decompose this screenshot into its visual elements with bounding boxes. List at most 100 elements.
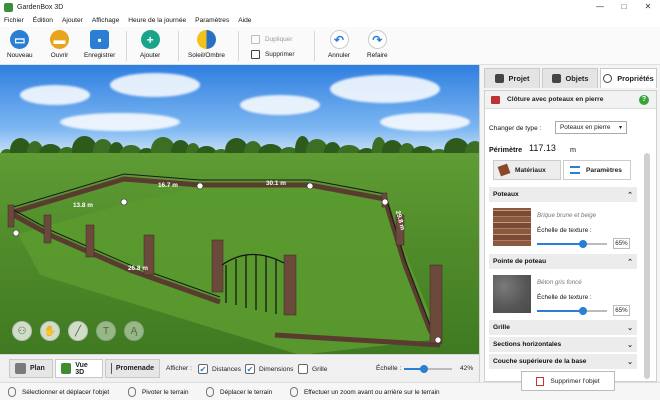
help-icon[interactable]: ? [639, 95, 649, 105]
sun-shadow-button[interactable]: Soleil/Ombre [188, 30, 225, 59]
pan-tool[interactable]: ✋ [40, 321, 60, 341]
chevron-down-icon: ⌄ [627, 358, 633, 366]
text-style-tool[interactable]: Ą [124, 321, 144, 341]
menu-view[interactable]: Affichage [92, 17, 119, 24]
checkbox-checked-icon: ✔ [245, 364, 255, 374]
3d-viewport[interactable]: 13.8 m 16.7 m 30.1 m 29.8 m 26.8 m ⚇ ✋ ╱… [0, 65, 479, 354]
type-dropdown[interactable]: Poteaux en pierre ▾ [555, 121, 627, 134]
distances-checkbox[interactable]: ✔ Distances [198, 364, 241, 374]
sun-shadow-icon [196, 30, 216, 49]
open-label: Ouvrir [50, 52, 69, 59]
delete-object-button[interactable]: Supprimer l'objet [521, 371, 615, 391]
mouse-middle-icon [128, 387, 136, 397]
save-button[interactable]: ▪ Enregistrer [84, 30, 115, 59]
chevron-down-icon: ⌄ [627, 324, 633, 332]
undo-button[interactable]: ↶ Annuler [328, 30, 350, 59]
tab-plan[interactable]: Plan [9, 359, 53, 378]
tab-project[interactable]: Projet [484, 68, 540, 88]
sliders-icon [570, 166, 580, 174]
scale-slider-knob[interactable] [420, 365, 429, 373]
minimize-button[interactable]: — [588, 0, 612, 14]
menu-edit[interactable]: Édition [33, 17, 53, 24]
scale-label: Échelle : [376, 365, 402, 372]
concrete-texture-swatch[interactable] [493, 275, 531, 313]
section-posts-label: Poteaux [493, 191, 519, 198]
dimension-label: 30.1 m [266, 180, 286, 187]
delete-button[interactable]: Supprimer [251, 50, 294, 59]
close-button[interactable]: ✕ [636, 0, 660, 14]
checkbox-checked-icon: ✔ [198, 364, 208, 374]
status-zoom-text: Effectuer un zoom avant ou arrière sur l… [304, 388, 440, 396]
tree-icon [61, 363, 72, 374]
measure-tool[interactable]: ╱ [68, 321, 88, 341]
open-button[interactable]: ▬ Ouvrir [50, 30, 69, 59]
text-style-icon: Ą [130, 325, 138, 337]
delete-object-label: Supprimer l'objet [550, 377, 600, 385]
folder-icon: ▬ [50, 30, 69, 49]
tab-walk-label: Promenade [115, 365, 154, 372]
post-top-scale-knob[interactable] [578, 307, 587, 315]
parameters-tab[interactable]: Paramètres [563, 160, 631, 180]
select-objects-tool[interactable]: ⚇ [12, 321, 32, 341]
tab-walk[interactable]: Promenade [105, 359, 160, 378]
section-horizontal-label: Sections horizontales [493, 341, 562, 348]
posts-scale-value[interactable]: 65% [613, 238, 630, 249]
distances-label: Distances [212, 365, 241, 373]
menu-file[interactable]: Fichier [4, 17, 24, 24]
section-post-top[interactable]: Pointe de poteau ⌃ [489, 254, 637, 269]
duplicate-icon [251, 35, 260, 44]
grid-label: Grille [312, 365, 328, 373]
redo-button[interactable]: ↷ Refaire [367, 30, 388, 59]
post-top-scale-value[interactable]: 65% [613, 305, 630, 316]
dimension-label: 26.8 m [128, 265, 148, 272]
tab-3d-label: Vue 3D [75, 361, 88, 376]
posts-scale-fill [537, 243, 583, 245]
sun-shadow-label: Soleil/Ombre [188, 52, 225, 59]
duplicate-button[interactable]: Dupliquer [251, 35, 292, 44]
section-post-top-label: Pointe de poteau [493, 258, 547, 265]
section-grid[interactable]: Grille ⌄ [489, 320, 637, 335]
shapes-icon: ⚇ [17, 325, 27, 337]
menu-time-of-day[interactable]: Heure de la journée [128, 17, 186, 24]
chevron-down-icon: ⌄ [627, 341, 633, 349]
plus-icon: + [140, 30, 160, 49]
menu-add[interactable]: Ajouter [62, 17, 83, 24]
menu-settings[interactable]: Paramètres [195, 17, 229, 24]
chevron-up-icon: ⌃ [627, 191, 633, 199]
chevron-down-icon: ▾ [618, 125, 622, 131]
plan-icon [15, 363, 26, 374]
tab-properties[interactable]: Propriétés [600, 68, 657, 88]
dimensions-checkbox[interactable]: ✔ Dimensions [245, 364, 293, 374]
new-button[interactable]: ▭ Nouveau [7, 30, 33, 59]
tab-3d-view[interactable]: Vue 3D [55, 359, 103, 378]
materials-tab[interactable]: Matériaux [493, 160, 561, 180]
status-rotate-text: Pivoter le terrain [142, 388, 189, 396]
maximize-button[interactable]: □ [612, 0, 636, 14]
mouse-wheel-icon [290, 387, 298, 397]
add-button[interactable]: + Ajouter [140, 30, 160, 59]
title-bar: GardenBox 3D — □ ✕ [0, 0, 660, 14]
tab-objects[interactable]: Objets [542, 68, 598, 88]
section-top-layer[interactable]: Couche supérieure de la base ⌄ [489, 354, 637, 369]
posts-texture-scale-label: Échelle de texture : [537, 227, 592, 234]
menu-help[interactable]: Aide [238, 17, 251, 24]
section-posts[interactable]: Poteaux ⌃ [489, 187, 637, 202]
materials-icon [497, 163, 511, 177]
chevron-up-icon: ⌃ [627, 258, 633, 266]
object-header: Clôture avec poteaux en pierre ? [485, 91, 656, 109]
brick-texture-swatch[interactable] [493, 208, 531, 246]
section-horizontal[interactable]: Sections horizontales ⌄ [489, 337, 637, 352]
fence-object-icon [491, 96, 500, 104]
text-tool[interactable]: T [96, 321, 116, 341]
panel-scrollbar[interactable] [644, 153, 650, 379]
toolbar-separator [314, 31, 315, 61]
posts-scale-knob[interactable] [578, 240, 587, 248]
trash-icon [536, 376, 545, 386]
add-label: Ajouter [140, 52, 161, 59]
grid-checkbox[interactable]: Grille [298, 364, 327, 374]
change-type-label: Changer de type : [489, 125, 542, 132]
cube-icon [551, 74, 561, 83]
type-dropdown-value: Poteaux en pierre [560, 124, 611, 131]
display-label: Afficher : [166, 365, 192, 372]
status-zoom-hint: Effectuer un zoom avant ou arrière sur l… [290, 387, 440, 397]
